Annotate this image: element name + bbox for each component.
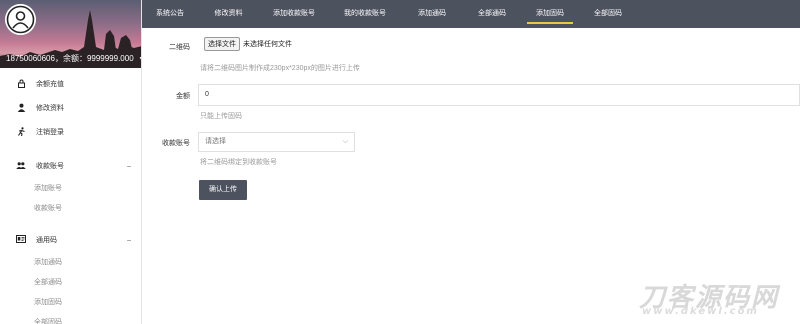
qrcode-label: 二维码 xyxy=(169,44,190,51)
qrcode-file-input[interactable]: 选择文件 未选择任何文件 xyxy=(204,37,292,51)
tab-announcements[interactable]: 系统公告 xyxy=(142,0,198,28)
people-icon xyxy=(16,161,26,172)
choose-file-button[interactable]: 选择文件 xyxy=(204,37,240,51)
tab-my-payment-accounts[interactable]: 我的收款账号 xyxy=(329,0,401,28)
tab-add-common-code[interactable]: 添加通码 xyxy=(401,0,463,28)
lock-icon xyxy=(16,79,26,90)
sidebar-item-profile[interactable]: 修改资料 xyxy=(0,96,141,120)
account-select[interactable]: 请选择 ⌵ xyxy=(198,132,355,152)
qrcode-help-text: 请将二维码图片制作成230px*230px的图片进行上传 xyxy=(200,65,360,72)
sidebar-item-logout[interactable]: 注销登录 xyxy=(0,120,141,144)
profile-banner: 18750060606，余额：9999999.000 ▾ xyxy=(0,0,141,68)
file-status-text: 未选择任何文件 xyxy=(243,41,292,48)
account-balance-text: 18750060606，余额：9999999.000 xyxy=(6,54,134,63)
tab-add-payment-account[interactable]: 添加收款账号 xyxy=(259,0,329,28)
sidebar-group-codes[interactable]: 通用码 – xyxy=(0,228,141,252)
sidebar-group-label: 收款账号 xyxy=(36,163,64,170)
account-help-text: 将二维码绑定到收款账号 xyxy=(200,159,277,166)
sidebar: 18750060606，余额：9999999.000 ▾ 余额充值 修改资料 注… xyxy=(0,0,142,324)
chevron-down-icon: ⌵ xyxy=(342,138,348,145)
account-select-value: 请选择 xyxy=(205,138,226,145)
tab-all-common-codes[interactable]: 全部通码 xyxy=(463,0,521,28)
user-avatar-icon xyxy=(5,4,36,35)
sidebar-item-label: 余额充值 xyxy=(36,81,64,88)
sidebar-group-accounts[interactable]: 收款账号 – xyxy=(0,154,141,178)
confirm-upload-button[interactable]: 确认上传 xyxy=(199,180,247,200)
sidebar-item-recharge[interactable]: 余额充值 xyxy=(0,72,141,96)
running-person-icon xyxy=(16,126,26,138)
user-icon xyxy=(16,103,26,114)
sidebar-subitem-accounts[interactable]: 收款账号 xyxy=(0,198,141,218)
sidebar-item-label: 修改资料 xyxy=(36,105,64,112)
top-tab-bar: 系统公告 修改资料 添加收款账号 我的收款账号 添加通码 全部通码 添加固码 全… xyxy=(142,0,800,28)
tab-add-fixed-code[interactable]: 添加固码 xyxy=(521,0,579,28)
tab-edit-profile[interactable]: 修改资料 xyxy=(198,0,259,28)
chevron-down-icon[interactable]: ▾ xyxy=(140,55,141,62)
amount-label: 金额 xyxy=(176,93,190,100)
sidebar-subitem-add-common-code[interactable]: 添加通码 xyxy=(0,252,141,272)
sidebar-item-label: 注销登录 xyxy=(36,129,64,136)
collapse-icon[interactable]: – xyxy=(127,237,131,244)
sidebar-subitem-all-common-codes[interactable]: 全部通码 xyxy=(0,272,141,292)
sidebar-group-label: 通用码 xyxy=(36,237,57,244)
account-label: 收款账号 xyxy=(162,140,190,147)
amount-input[interactable]: 0 xyxy=(198,84,800,106)
sidebar-subitem-add-fixed-code[interactable]: 添加固码 xyxy=(0,292,141,312)
sidebar-nav: 余额充值 修改资料 注销登录 收款账号 – 添加账号 收款账号 通用码 – 添加… xyxy=(0,68,141,324)
tab-all-fixed-codes[interactable]: 全部固码 xyxy=(579,0,637,28)
collapse-icon[interactable]: – xyxy=(127,163,131,170)
amount-help-text: 只能上传固码 xyxy=(200,113,242,120)
account-balance-line[interactable]: 18750060606，余额：9999999.000 ▾ xyxy=(6,53,141,64)
id-card-icon xyxy=(16,235,26,245)
avatar[interactable] xyxy=(5,4,36,35)
watermark-url: www.dkewl.com xyxy=(642,306,759,317)
sidebar-subitem-add-account[interactable]: 添加账号 xyxy=(0,178,141,198)
sidebar-subitem-all-fixed-codes[interactable]: 全部固码 xyxy=(0,312,141,324)
